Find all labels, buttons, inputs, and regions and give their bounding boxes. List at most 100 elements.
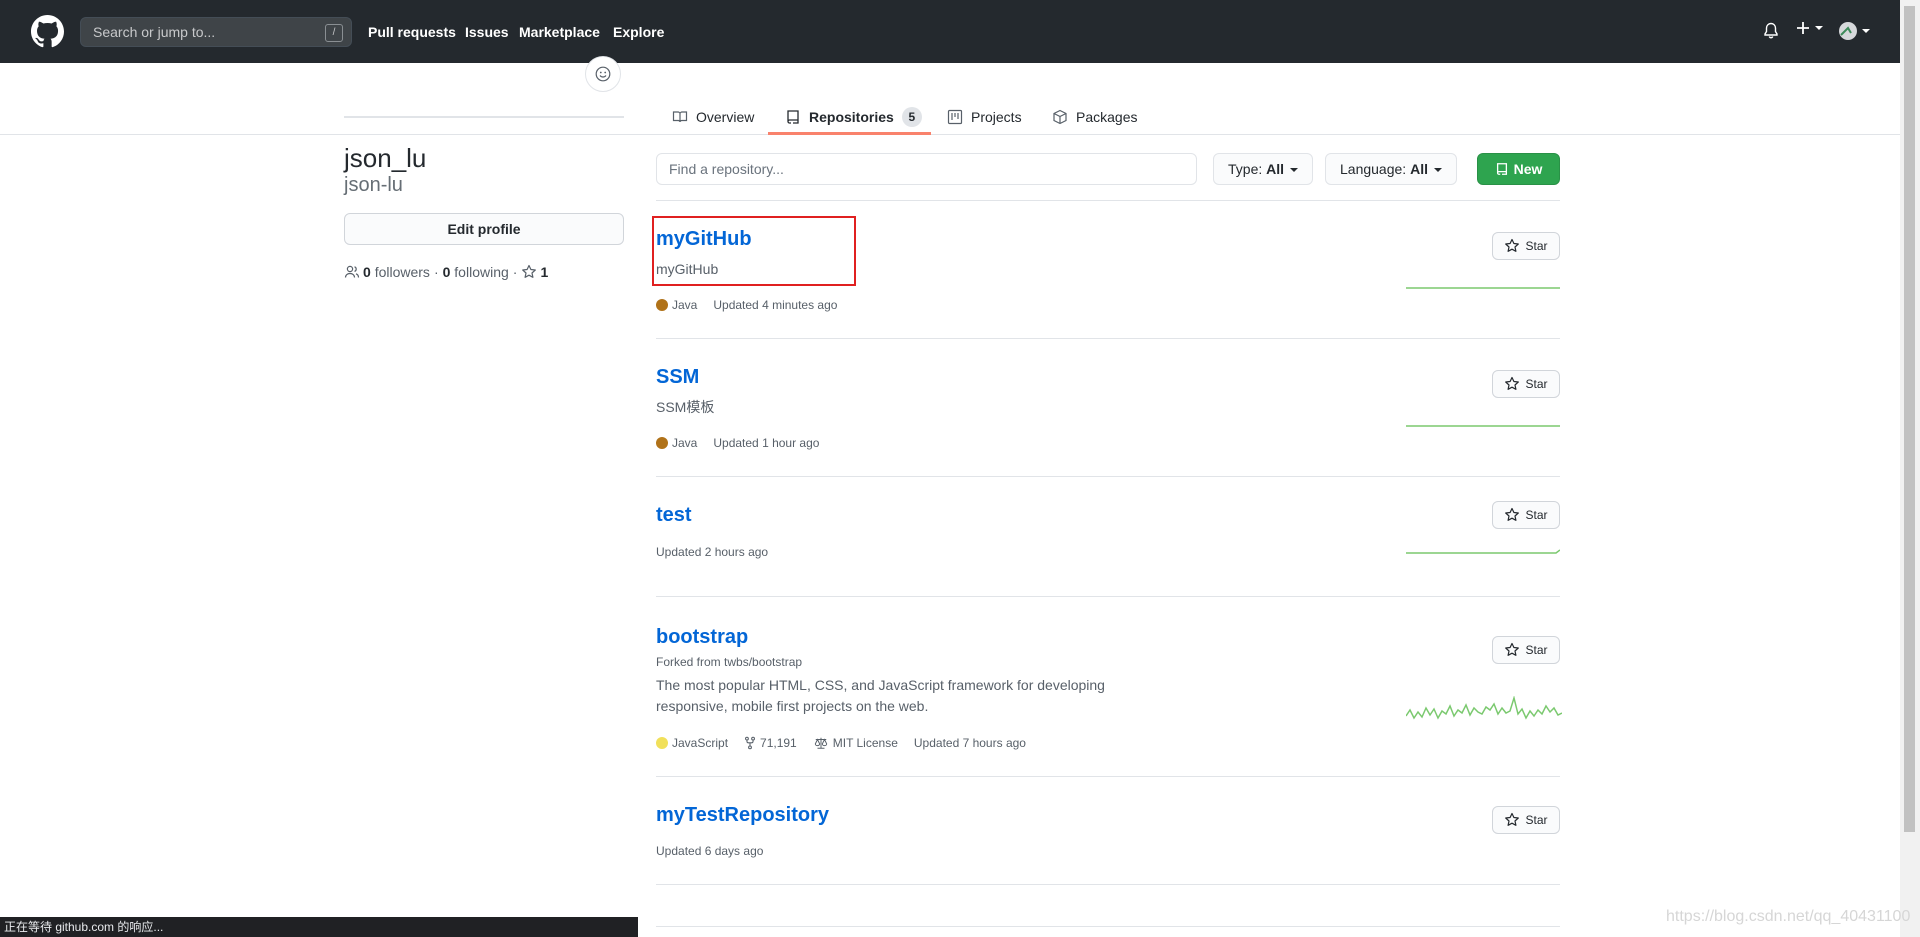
language-color-dot [656,299,668,311]
repo-icon [787,110,799,124]
repo-divider [656,884,1560,885]
global-search-input[interactable]: Search or jump to... / [80,17,352,47]
page-scrollbar[interactable] [1900,0,1920,937]
tab-overview-label: Overview [696,109,755,125]
fork-icon [745,736,756,750]
user-menu[interactable] [1838,21,1870,41]
followers-link[interactable]: 0 followers [363,264,430,280]
star-button[interactable]: Star [1492,806,1560,834]
activity-sparkline [1406,696,1562,720]
forks-count: 71,191 [760,736,797,750]
tab-overview[interactable]: Overview [672,100,754,134]
edit-profile-button[interactable]: Edit profile [344,213,624,245]
chevron-down-icon [1862,29,1870,33]
repo-updated: Updated 1 hour ago [713,436,820,450]
repo-meta: Updated 2 hours ago [656,545,768,559]
license: MIT License [813,736,898,750]
language-filter-label: Language: [1340,161,1407,177]
project-board-icon [947,109,963,125]
tab-repositories[interactable]: Repositories 5 [785,100,922,134]
activity-sparkline [1406,287,1560,289]
type-filter-dropdown[interactable]: Type: All [1213,153,1314,185]
repo-description: SSM模板 [656,399,715,415]
scrollbar-thumb[interactable] [1904,6,1915,832]
create-new-menu[interactable] [1795,20,1823,36]
star-button-label: Star [1525,643,1548,657]
highlight-box [652,216,856,286]
browser-status-bar: 正在等待 github.com 的响应... [0,917,638,937]
language-filter-value: All [1410,161,1428,177]
language-filter-dropdown[interactable]: Language: All [1325,153,1457,185]
star-button[interactable]: Star [1492,232,1560,260]
repo-name-link[interactable]: myTestRepository [656,804,829,827]
follow-stats: 0 followers · 0 following · 1 [344,264,548,280]
tabs-divider [0,134,1900,135]
repo-name-link[interactable]: SSM [656,366,699,389]
repo-name-link[interactable]: bootstrap [656,626,748,649]
people-icon [344,265,360,278]
repo-language: Java [672,298,698,312]
active-tab-indicator [768,132,931,135]
book-icon [672,111,688,123]
nav-issues[interactable]: Issues [465,0,509,63]
chevron-down-icon [1290,168,1299,173]
chevron-down-icon [1815,26,1823,30]
star-icon [1505,238,1520,252]
nav-marketplace[interactable]: Marketplace [519,0,600,63]
forked-from-text: Forked from twbs/bootstrap [656,655,803,669]
new-repository-label: New [1513,161,1543,177]
nav-explore[interactable]: Explore [613,0,664,63]
avatar-divider [344,116,624,118]
language-color-dot [656,737,668,749]
tab-repositories-label: Repositories [809,109,894,125]
notifications-bell-icon[interactable] [1763,22,1779,40]
repo-divider [656,338,1560,339]
search-placeholder: Search or jump to... [93,24,216,40]
stats-separator: · [433,264,439,280]
top-header: Search or jump to... / Pull requests Iss… [0,0,1900,63]
tab-packages[interactable]: Packages [1052,100,1137,134]
chevron-down-icon [1433,168,1442,173]
forks-link[interactable]: 71,191 [744,736,797,750]
star-button-label: Star [1525,377,1548,391]
repo-divider [656,596,1560,597]
star-icon [1505,376,1520,390]
tab-packages-label: Packages [1076,109,1138,125]
star-icon [1505,642,1520,656]
repo-description: The most popular HTML, CSS, and JavaScri… [656,677,1105,714]
star-icon [522,264,537,278]
following-count: 0 [442,264,451,280]
set-status-button[interactable] [585,56,621,92]
star-button[interactable]: Star [1492,501,1560,529]
repo-meta: Updated 6 days ago [656,844,763,858]
tab-projects[interactable]: Projects [947,100,1022,134]
followers-count: 0 [363,264,371,280]
profile-username: json-lu [344,174,403,196]
license-name: MIT License [832,736,898,750]
repo-name-link[interactable]: test [656,504,692,527]
following-link[interactable]: 0 following [443,264,509,280]
repo-meta: Java Updated 4 minutes ago [656,298,837,312]
filter-divider [656,200,1560,201]
avatar [1839,22,1857,40]
repo-divider [656,476,1560,477]
star-button[interactable]: Star [1492,370,1560,398]
new-repository-button[interactable]: New [1477,153,1560,185]
find-repository-input[interactable]: Find a repository... [656,153,1197,185]
repo-updated: Updated 6 days ago [656,844,764,858]
nav-pull-requests[interactable]: Pull requests [368,0,456,63]
language-color-dot [656,437,668,449]
star-button-label: Star [1525,508,1548,522]
star-button[interactable]: Star [1492,636,1560,664]
type-filter-value: All [1266,161,1285,177]
search-shortcut-key: / [325,24,343,42]
profile-fullname: json_lu [344,143,427,173]
repo-meta: Java Updated 1 hour ago [656,436,819,450]
star-icon [1505,812,1520,826]
watermark: https://blog.csdn.net/qq_40431100 [1666,908,1911,925]
stats-separator: · [512,264,518,280]
github-logo-icon[interactable] [31,15,64,48]
repo-meta: JavaScript 71,191 MIT License Updated 7 … [656,736,1026,750]
stars-link[interactable]: 1 [521,264,548,280]
repo-updated: Updated 2 hours ago [656,545,769,559]
